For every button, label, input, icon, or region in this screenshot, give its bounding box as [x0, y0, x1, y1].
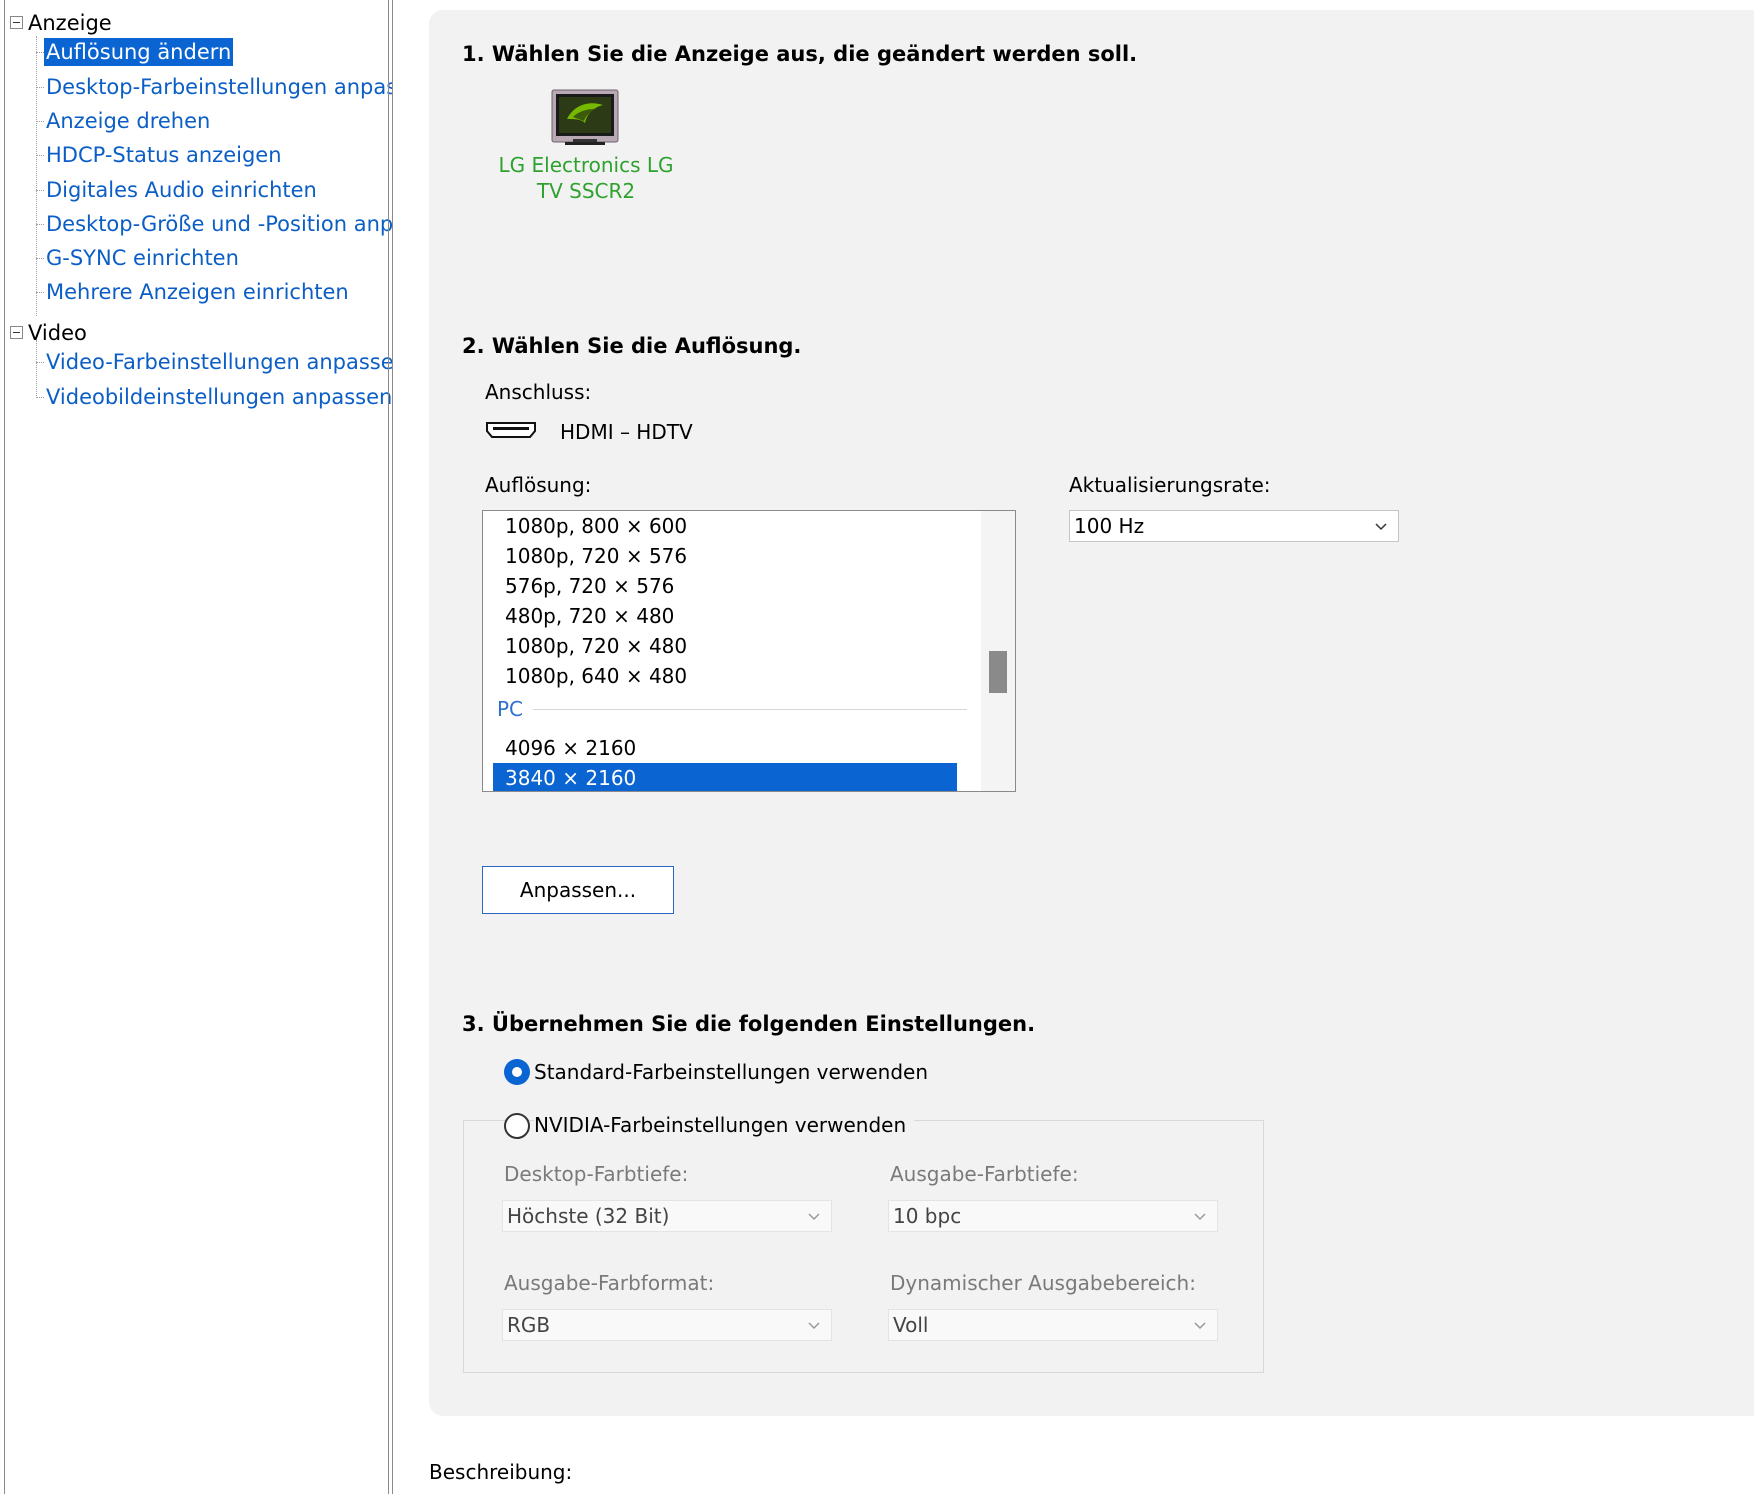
- tree-connector: [36, 36, 37, 316]
- tree-connector: [36, 258, 44, 259]
- tree-connector: [36, 121, 44, 122]
- resolution-listbox[interactable]: 1080p, 800 × 600 1080p, 720 × 576 576p, …: [482, 510, 1016, 792]
- collapse-video-icon[interactable]: [10, 326, 23, 339]
- resolution-option[interactable]: 576p, 720 × 576: [505, 571, 674, 601]
- output-depth-label: Ausgabe-Farbtiefe:: [890, 1162, 1079, 1186]
- navigation-tree: Anzeige Auflösung ändern Desktop-Farbein…: [0, 0, 393, 1494]
- customize-button[interactable]: Anpassen...: [482, 866, 674, 914]
- resolution-label: Auflösung:: [485, 473, 592, 497]
- tree-connector: [36, 292, 44, 293]
- chevron-down-icon: [1194, 1322, 1206, 1330]
- scrollbar-thumb[interactable]: [989, 651, 1007, 693]
- resolution-option[interactable]: 4096 × 2160: [505, 733, 636, 763]
- sidebar-item-digitales-audio[interactable]: Digitales Audio einrichten: [44, 176, 319, 204]
- sidebar-item-video-farbeinstellungen[interactable]: Video-Farbeinstellungen anpassen: [44, 348, 393, 376]
- step2-heading: 2. Wählen Sie die Auflösung.: [462, 334, 802, 358]
- sidebar-item-mehrere-anzeigen[interactable]: Mehrere Anzeigen einrichten: [44, 278, 351, 306]
- step3-heading: 3. Übernehmen Sie die folgenden Einstell…: [462, 1012, 1036, 1036]
- desktop-depth-dropdown[interactable]: Höchste (32 Bit): [502, 1200, 832, 1232]
- tree-connector: [36, 52, 44, 53]
- chevron-down-icon: [808, 1322, 820, 1330]
- output-format-dropdown[interactable]: RGB: [502, 1309, 832, 1341]
- refresh-rate-dropdown[interactable]: 100 Hz: [1069, 510, 1399, 542]
- output-format-value: RGB: [507, 1313, 551, 1337]
- output-depth-value: 10 bpc: [893, 1204, 962, 1228]
- tree-connector: [36, 224, 44, 225]
- sidebar-item-g-sync[interactable]: G-SYNC einrichten: [44, 244, 241, 272]
- step1-heading: 1. Wählen Sie die Anzeige aus, die geänd…: [462, 42, 1138, 66]
- tree-left-border: [4, 0, 5, 1494]
- group-divider: [533, 709, 967, 710]
- resolution-group-pc: PC: [497, 697, 524, 721]
- desktop-depth-value: Höchste (32 Bit): [507, 1204, 670, 1228]
- hdmi-connector-icon: [486, 420, 536, 444]
- display-name-line1: LG Electronics LG: [498, 153, 674, 177]
- sidebar-item-videobildeinstellungen[interactable]: Videobildeinstellungen anpassen: [44, 383, 393, 411]
- sidebar-item-desktop-farbeinstellungen[interactable]: Desktop-Farbeinstellungen anpassen: [44, 73, 393, 101]
- refresh-rate-label: Aktualisierungsrate:: [1069, 473, 1271, 497]
- output-depth-dropdown[interactable]: 10 bpc: [888, 1200, 1218, 1232]
- default-color-settings-label[interactable]: Standard-Farbeinstellungen verwenden: [534, 1060, 928, 1084]
- refresh-rate-value: 100 Hz: [1074, 514, 1145, 538]
- splitter-line: [388, 0, 389, 1494]
- resolution-option[interactable]: 1080p, 720 × 480: [505, 631, 687, 661]
- display-name-line2: TV SSCR2: [536, 179, 636, 203]
- tree-category-video[interactable]: Video: [28, 320, 87, 346]
- sidebar-item-aufloesung-aendern[interactable]: Auflösung ändern: [44, 38, 234, 66]
- selected-display-name[interactable]: LG Electronics LG TV SSCR2: [486, 152, 686, 204]
- radio-default-color-settings[interactable]: [504, 1059, 530, 1085]
- sidebar-item-hdcp-status[interactable]: HDCP-Status anzeigen: [44, 141, 284, 169]
- resolution-option[interactable]: 480p, 720 × 480: [505, 601, 674, 631]
- chevron-down-icon: [1375, 523, 1387, 531]
- sidebar-item-anzeige-drehen[interactable]: Anzeige drehen: [44, 107, 212, 135]
- splitter-handle[interactable]: [392, 0, 393, 1494]
- output-format-label: Ausgabe-Farbformat:: [504, 1271, 715, 1295]
- desktop-depth-label: Desktop-Farbtiefe:: [504, 1162, 689, 1186]
- resolution-option[interactable]: 1080p, 800 × 600: [505, 511, 687, 541]
- collapse-anzeige-icon[interactable]: [10, 16, 23, 29]
- resolution-option[interactable]: 1080p, 640 × 480: [505, 661, 687, 691]
- connection-label: Anschluss:: [485, 380, 592, 404]
- tree-connector: [36, 362, 44, 363]
- dynamic-range-label: Dynamischer Ausgabebereich:: [890, 1271, 1196, 1295]
- tree-connector: [36, 397, 44, 398]
- chevron-down-icon: [1194, 1213, 1206, 1221]
- tree-category-anzeige[interactable]: Anzeige: [28, 10, 112, 36]
- dynamic-range-dropdown[interactable]: Voll: [888, 1309, 1218, 1341]
- tree-connector: [36, 87, 44, 88]
- description-label: Beschreibung:: [429, 1460, 573, 1484]
- tree-connector: [36, 155, 44, 156]
- chevron-down-icon: [808, 1213, 820, 1221]
- resolution-option[interactable]: 1080p, 720 × 576: [505, 541, 687, 571]
- nvidia-monitor-icon[interactable]: [551, 89, 619, 147]
- tree-connector: [36, 190, 44, 191]
- nvidia-color-settings-label[interactable]: NVIDIA-Farbeinstellungen verwenden: [534, 1113, 915, 1137]
- radio-nvidia-color-settings[interactable]: [504, 1113, 530, 1139]
- sidebar-item-desktop-groesse[interactable]: Desktop-Größe und -Position anpassen: [44, 210, 393, 238]
- resolution-option-selected[interactable]: 3840 × 2160: [493, 763, 957, 791]
- dynamic-range-value: Voll: [893, 1313, 929, 1337]
- connection-value: HDMI – HDTV: [560, 420, 693, 444]
- tree-connector: [36, 340, 37, 398]
- listbox-scrollbar[interactable]: [981, 511, 1015, 791]
